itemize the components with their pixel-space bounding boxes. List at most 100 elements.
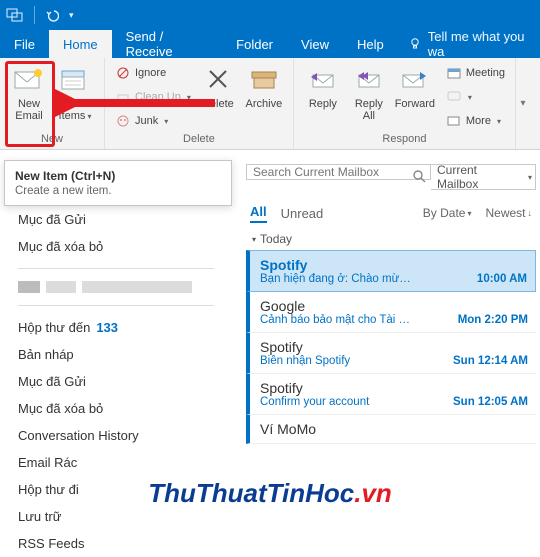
filter-all[interactable]: All xyxy=(250,204,267,223)
tab-send-receive[interactable]: Send / Receive xyxy=(112,30,223,58)
message-item[interactable]: Ví MoMo xyxy=(246,415,536,444)
chevron-down-icon: ▾ xyxy=(164,117,168,126)
group-label-new: New xyxy=(6,133,98,149)
im-button[interactable]: ▾ xyxy=(442,86,509,108)
quick-access-toolbar: ▾ xyxy=(0,0,540,30)
tab-help[interactable]: Help xyxy=(343,30,398,58)
nav-sent[interactable]: Mục đã Gửi xyxy=(18,206,214,233)
ignore-button[interactable]: Ignore xyxy=(111,62,195,84)
tell-me-label: Tell me what you wa xyxy=(428,29,536,59)
sort-newest[interactable]: Newest ↓ xyxy=(485,206,532,220)
group-respond: Reply ReplyAll Forward Meeting ▾ More▾ R… xyxy=(294,58,516,149)
nav-deleted[interactable]: Mục đã xóa bỏ xyxy=(18,233,214,260)
nav-sent2[interactable]: Mục đã Gửi xyxy=(18,368,214,395)
new-email-icon xyxy=(14,64,44,96)
new-email-button[interactable]: NewEmail xyxy=(6,60,52,122)
chevron-down-icon: ▾ xyxy=(528,173,532,182)
group-new: NewEmail NewItems▾ New xyxy=(0,58,105,149)
delete-button[interactable]: Delete xyxy=(195,60,241,110)
group-label-delete: Delete xyxy=(111,133,287,149)
message-item[interactable]: Spotify Confirm your account Sun 12:05 AM xyxy=(246,374,536,415)
message-item[interactable]: Google Cảnh báo bảo mật cho Tài … Mon 2:2… xyxy=(246,292,536,333)
nav-junk[interactable]: Email Rác xyxy=(18,449,214,476)
reply-icon xyxy=(309,64,337,96)
date-group-today[interactable]: ▾Today xyxy=(246,228,536,250)
cleanup-button[interactable]: Clean Up▾ xyxy=(111,86,195,108)
nav-outbox[interactable]: Hộp thư đi xyxy=(18,476,214,503)
new-email-label1: New xyxy=(18,98,40,110)
nav-deleted2[interactable]: Mục đã xóa bỏ xyxy=(18,395,214,422)
forward-button[interactable]: Forward xyxy=(392,60,438,110)
tooltip-desc: Create a new item. xyxy=(15,185,221,197)
arrow-down-icon: ↓ xyxy=(528,208,533,218)
message-time: Mon 2:20 PM xyxy=(458,314,528,326)
message-item[interactable]: Spotify Bạn hiện đang ở: Chào mừ…10:00 A… xyxy=(246,250,536,292)
message-from: Spotify xyxy=(260,380,528,396)
group-collapsed: ▾ xyxy=(516,58,530,149)
forward-icon xyxy=(401,64,429,96)
meeting-icon xyxy=(446,65,462,81)
inbox-count: 133 xyxy=(96,320,118,335)
tab-folder[interactable]: Folder xyxy=(222,30,287,58)
message-from: Spotify xyxy=(260,339,528,355)
app-icon xyxy=(6,6,24,24)
chevron-down-icon: ▾ xyxy=(497,117,501,126)
cleanup-icon xyxy=(115,89,131,105)
reply-all-button[interactable]: ReplyAll xyxy=(346,60,392,122)
message-from: Ví MoMo xyxy=(260,421,528,437)
message-item[interactable]: Spotify Biên nhận SpotifySun 12:14 AM xyxy=(246,333,536,374)
message-time: 10:00 AM xyxy=(477,273,527,285)
chevron-down-icon: ▾ xyxy=(87,112,91,121)
reply-button[interactable]: Reply xyxy=(300,60,346,110)
chevron-down-icon: ▾ xyxy=(467,209,471,218)
folder-pane: Mục đã Gửi Mục đã xóa bỏ Hộp thư đến133 … xyxy=(0,206,232,557)
search-input[interactable] xyxy=(246,164,431,180)
filter-unread[interactable]: Unread xyxy=(281,206,324,221)
new-items-icon xyxy=(60,64,90,96)
nav-account-header[interactable] xyxy=(18,277,214,297)
new-items-button[interactable]: NewItems▾ xyxy=(52,60,98,122)
tab-home[interactable]: Home xyxy=(49,30,112,58)
tooltip: New Item (Ctrl+N) Create a new item. xyxy=(4,160,232,206)
more-icon xyxy=(446,113,462,129)
message-filter-bar: All Unread By Date ▾ Newest ↓ xyxy=(246,200,536,226)
divider xyxy=(34,6,35,24)
meeting-button[interactable]: Meeting xyxy=(442,62,509,84)
qat-customize-icon[interactable]: ▾ xyxy=(69,10,74,21)
new-items-label2: Items xyxy=(59,110,86,122)
message-subject: Bạn hiện đang ở: Chào mừ… xyxy=(260,273,471,285)
sort-by-date[interactable]: By Date ▾ xyxy=(423,206,472,220)
tab-view[interactable]: View xyxy=(287,30,343,58)
caret-down-icon: ▾ xyxy=(252,235,256,244)
nav-drafts[interactable]: Bản nháp xyxy=(18,341,214,368)
search-icon[interactable] xyxy=(411,168,427,187)
im-icon xyxy=(446,89,462,105)
junk-icon xyxy=(115,113,131,129)
lightbulb-icon xyxy=(408,37,422,51)
nav-archive[interactable]: Lưu trữ xyxy=(18,503,214,530)
junk-button[interactable]: Junk▾ xyxy=(111,110,195,132)
archive-icon xyxy=(250,64,278,96)
new-items-label1: New xyxy=(64,98,86,110)
ignore-icon xyxy=(115,65,131,81)
search-scope-dropdown[interactable]: Current Mailbox▾ xyxy=(431,164,536,190)
tell-me-search[interactable]: Tell me what you wa xyxy=(398,30,540,58)
nav-conversation-history[interactable]: Conversation History xyxy=(18,422,214,449)
tab-file[interactable]: File xyxy=(0,30,49,58)
chevron-down-icon: ▾ xyxy=(187,93,191,102)
message-subject: Biên nhận Spotify xyxy=(260,355,447,367)
message-subject: Cảnh báo bảo mật cho Tài … xyxy=(260,314,452,326)
message-time: Sun 12:05 AM xyxy=(453,396,528,408)
group-delete: Ignore Clean Up▾ Junk▾ Delete Archive De… xyxy=(105,58,294,149)
nav-rss[interactable]: RSS Feeds xyxy=(18,530,214,557)
message-from: Google xyxy=(260,298,528,314)
tooltip-title: New Item (Ctrl+N) xyxy=(15,169,221,183)
message-subject: Confirm your account xyxy=(260,396,447,408)
more-button[interactable]: More▾ xyxy=(442,110,509,132)
new-email-label2: Email xyxy=(15,110,43,122)
collapse-ribbon-icon[interactable]: ▾ xyxy=(521,98,526,109)
nav-inbox[interactable]: Hộp thư đến133 xyxy=(18,314,214,341)
undo-icon[interactable] xyxy=(45,8,59,22)
archive-button[interactable]: Archive xyxy=(241,60,287,110)
message-list: ▾Today Spotify Bạn hiện đang ở: Chào mừ…… xyxy=(246,228,536,523)
